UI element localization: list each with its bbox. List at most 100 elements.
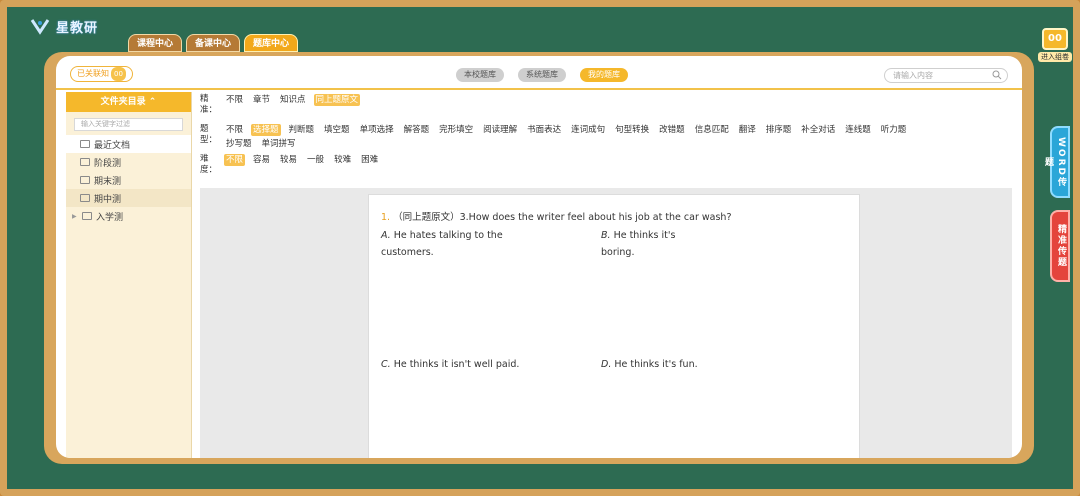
type-option[interactable]: 单项选择 — [358, 124, 396, 136]
question-card[interactable]: 1. （同上题原文）3.How does the writer feel abo… — [368, 194, 860, 458]
type-option[interactable]: 不限 — [224, 124, 245, 136]
known-points-button[interactable]: 已关联知 00 — [70, 66, 133, 82]
difficulty-option[interactable]: 一般 — [305, 154, 326, 166]
filter-label: 精准： — [200, 94, 218, 115]
filter-row-precise: 精准： 不限 章节 知识点 同上题原文 — [200, 94, 1012, 116]
option-text: He thinks it's fun. — [614, 359, 698, 370]
type-option[interactable]: 抄写题 — [224, 138, 254, 150]
difficulty-option[interactable]: 容易 — [251, 154, 272, 166]
folder-label: 最近文档 — [94, 140, 131, 151]
logo-icon — [30, 16, 50, 36]
folder-icon — [80, 176, 90, 184]
type-option[interactable]: 阅读理解 — [481, 124, 519, 136]
precise-option[interactable]: 不限 — [224, 94, 245, 106]
option-d: D. He thinks it's fun. — [601, 356, 701, 373]
caret-right-icon[interactable]: ▶ — [72, 213, 78, 220]
filter-panel: 精准： 不限 章节 知识点 同上题原文 题型： 不限 选择题 判断题 填空题 单项选择 解答题完… — [200, 94, 1012, 188]
folder-item-stage[interactable]: 阶段测 — [66, 153, 191, 171]
folder-title: 文件夹目录 — [100, 97, 146, 107]
type-option[interactable]: 书面表达 — [525, 124, 563, 136]
folder-icon — [80, 194, 90, 202]
type-option[interactable]: 连词成句 — [569, 124, 607, 136]
filter-options: 不限 容易 较易 一般 较难 困难 — [224, 154, 914, 166]
folder-item-final[interactable]: 期末测 — [66, 171, 191, 189]
tab-course-center[interactable]: 课程中心 — [128, 34, 183, 52]
type-option[interactable]: 判断题 — [287, 124, 317, 136]
type-option[interactable]: 排序题 — [764, 124, 794, 136]
type-option[interactable]: 补全对话 — [799, 124, 837, 136]
top-tabs: 课程中心 备课中心 题库中心 — [128, 34, 299, 52]
difficulty-option[interactable]: 较难 — [332, 154, 353, 166]
tab-system-bank[interactable]: 系统题库 — [518, 68, 566, 82]
main-panel: 已关联知 00 本校题库 系统题库 我的题库 请输入内容 文件夹目录 ⌃ 输入关键… — [44, 52, 1034, 464]
option-letter: A. — [381, 230, 391, 241]
folder-sidebar: 文件夹目录 ⌃ 输入关键字过滤 最近文档 阶段测 期末测 期中测 ▶ 入学测 — [66, 92, 192, 458]
search-placeholder: 请输入内容 — [893, 71, 933, 80]
known-points-count: 00 — [111, 67, 126, 81]
option-text: He thinks it's boring. — [601, 230, 676, 258]
filter-label: 难度： — [200, 154, 218, 175]
folder-label: 期末测 — [94, 176, 122, 187]
main-panel-inner: 已关联知 00 本校题库 系统题库 我的题库 请输入内容 文件夹目录 ⌃ 输入关键… — [56, 56, 1022, 458]
tab-lesson-center[interactable]: 备课中心 — [186, 34, 241, 52]
option-letter: D. — [601, 359, 612, 370]
question-list: 1. （同上题原文）3.How does the writer feel abo… — [200, 188, 1012, 458]
type-option[interactable]: 听力题 — [879, 124, 909, 136]
type-option[interactable]: 完形填空 — [437, 124, 475, 136]
filter-options: 不限 章节 知识点 同上题原文 — [224, 94, 914, 106]
folder-label: 入学测 — [96, 212, 124, 223]
folder-label: 阶段测 — [94, 158, 122, 169]
panel-header: 已关联知 00 本校题库 系统题库 我的题库 请输入内容 — [56, 56, 1022, 90]
type-option[interactable]: 单词拼写 — [260, 138, 298, 150]
search-input[interactable]: 请输入内容 — [884, 68, 1008, 83]
type-option[interactable]: 解答题 — [402, 124, 432, 136]
type-option[interactable]: 填空题 — [322, 124, 352, 136]
precise-upload-button[interactable]: 精准传题 — [1050, 210, 1070, 282]
enter-compose-label: 进入组卷 — [1038, 52, 1072, 62]
app-title: 星教研 — [56, 20, 99, 36]
option-text: He hates talking to the customers. — [381, 230, 503, 258]
precise-option[interactable]: 知识点 — [278, 94, 308, 106]
bank-tabs: 本校题库 系统题库 我的题库 — [456, 68, 628, 82]
app-logo: 星教研 — [30, 16, 98, 36]
folder-item-recent[interactable]: 最近文档 — [66, 135, 191, 153]
folder-icon — [80, 158, 90, 166]
question-stem: 1. （同上题原文）3.How does the writer feel abo… — [381, 209, 732, 223]
type-option[interactable]: 选择题 — [251, 124, 281, 136]
question-text: （同上题原文）3.How does the writer feel about … — [393, 212, 732, 223]
type-option[interactable]: 改错题 — [657, 124, 687, 136]
filter-label: 题型： — [200, 124, 218, 145]
option-text: He thinks it isn't well paid. — [393, 359, 520, 370]
folder-icon — [80, 140, 90, 148]
folder-filter-input[interactable]: 输入关键字过滤 — [74, 118, 183, 131]
folder-icon — [82, 212, 92, 220]
precise-option[interactable]: 章节 — [251, 94, 272, 106]
option-c: C. He thinks it isn't well paid. — [381, 356, 531, 373]
question-number: 1. — [381, 212, 391, 223]
folder-item-midterm[interactable]: 期中测 — [66, 189, 191, 207]
search-icon[interactable] — [992, 70, 1002, 80]
type-option[interactable]: 连线题 — [843, 124, 873, 136]
option-letter: B. — [601, 230, 611, 241]
type-option[interactable]: 句型转换 — [613, 124, 651, 136]
type-option[interactable]: 翻译 — [737, 124, 758, 136]
precise-option[interactable]: 同上题原文 — [313, 94, 361, 106]
option-b: B. He thinks it's boring. — [601, 227, 701, 261]
tab-school-bank[interactable]: 本校题库 — [456, 68, 504, 82]
word-upload-button[interactable]: WORD传题 — [1043, 126, 1070, 198]
difficulty-option[interactable]: 较易 — [278, 154, 299, 166]
type-option[interactable]: 信息匹配 — [693, 124, 731, 136]
filter-row-type: 题型： 不限 选择题 判断题 填空题 单项选择 解答题 完形填空 阅读理解 书面表达 连词成句 句型… — [200, 124, 1012, 150]
filter-options: 不限 选择题 判断题 填空题 单项选择 解答题 完形填空 阅读理解 书面表达 连词成句 句型转换 改错… — [224, 124, 914, 150]
difficulty-option[interactable]: 不限 — [224, 154, 246, 166]
option-letter: C. — [381, 359, 391, 370]
enter-compose-button[interactable]: 00 进入组卷 — [1038, 28, 1072, 70]
difficulty-option[interactable]: 困难 — [359, 154, 380, 166]
folder-item-entrance[interactable]: ▶ 入学测 — [66, 207, 191, 225]
tab-my-bank[interactable]: 我的题库 — [580, 68, 628, 82]
known-points-label: 已关联知 — [77, 69, 109, 78]
filter-row-difficulty: 难度： 不限 容易 较易 一般 较难 困难 — [200, 154, 1012, 176]
folder-label: 期中测 — [94, 194, 122, 205]
folder-header[interactable]: 文件夹目录 ⌃ — [66, 92, 191, 112]
tab-question-bank-center[interactable]: 题库中心 — [244, 34, 299, 52]
